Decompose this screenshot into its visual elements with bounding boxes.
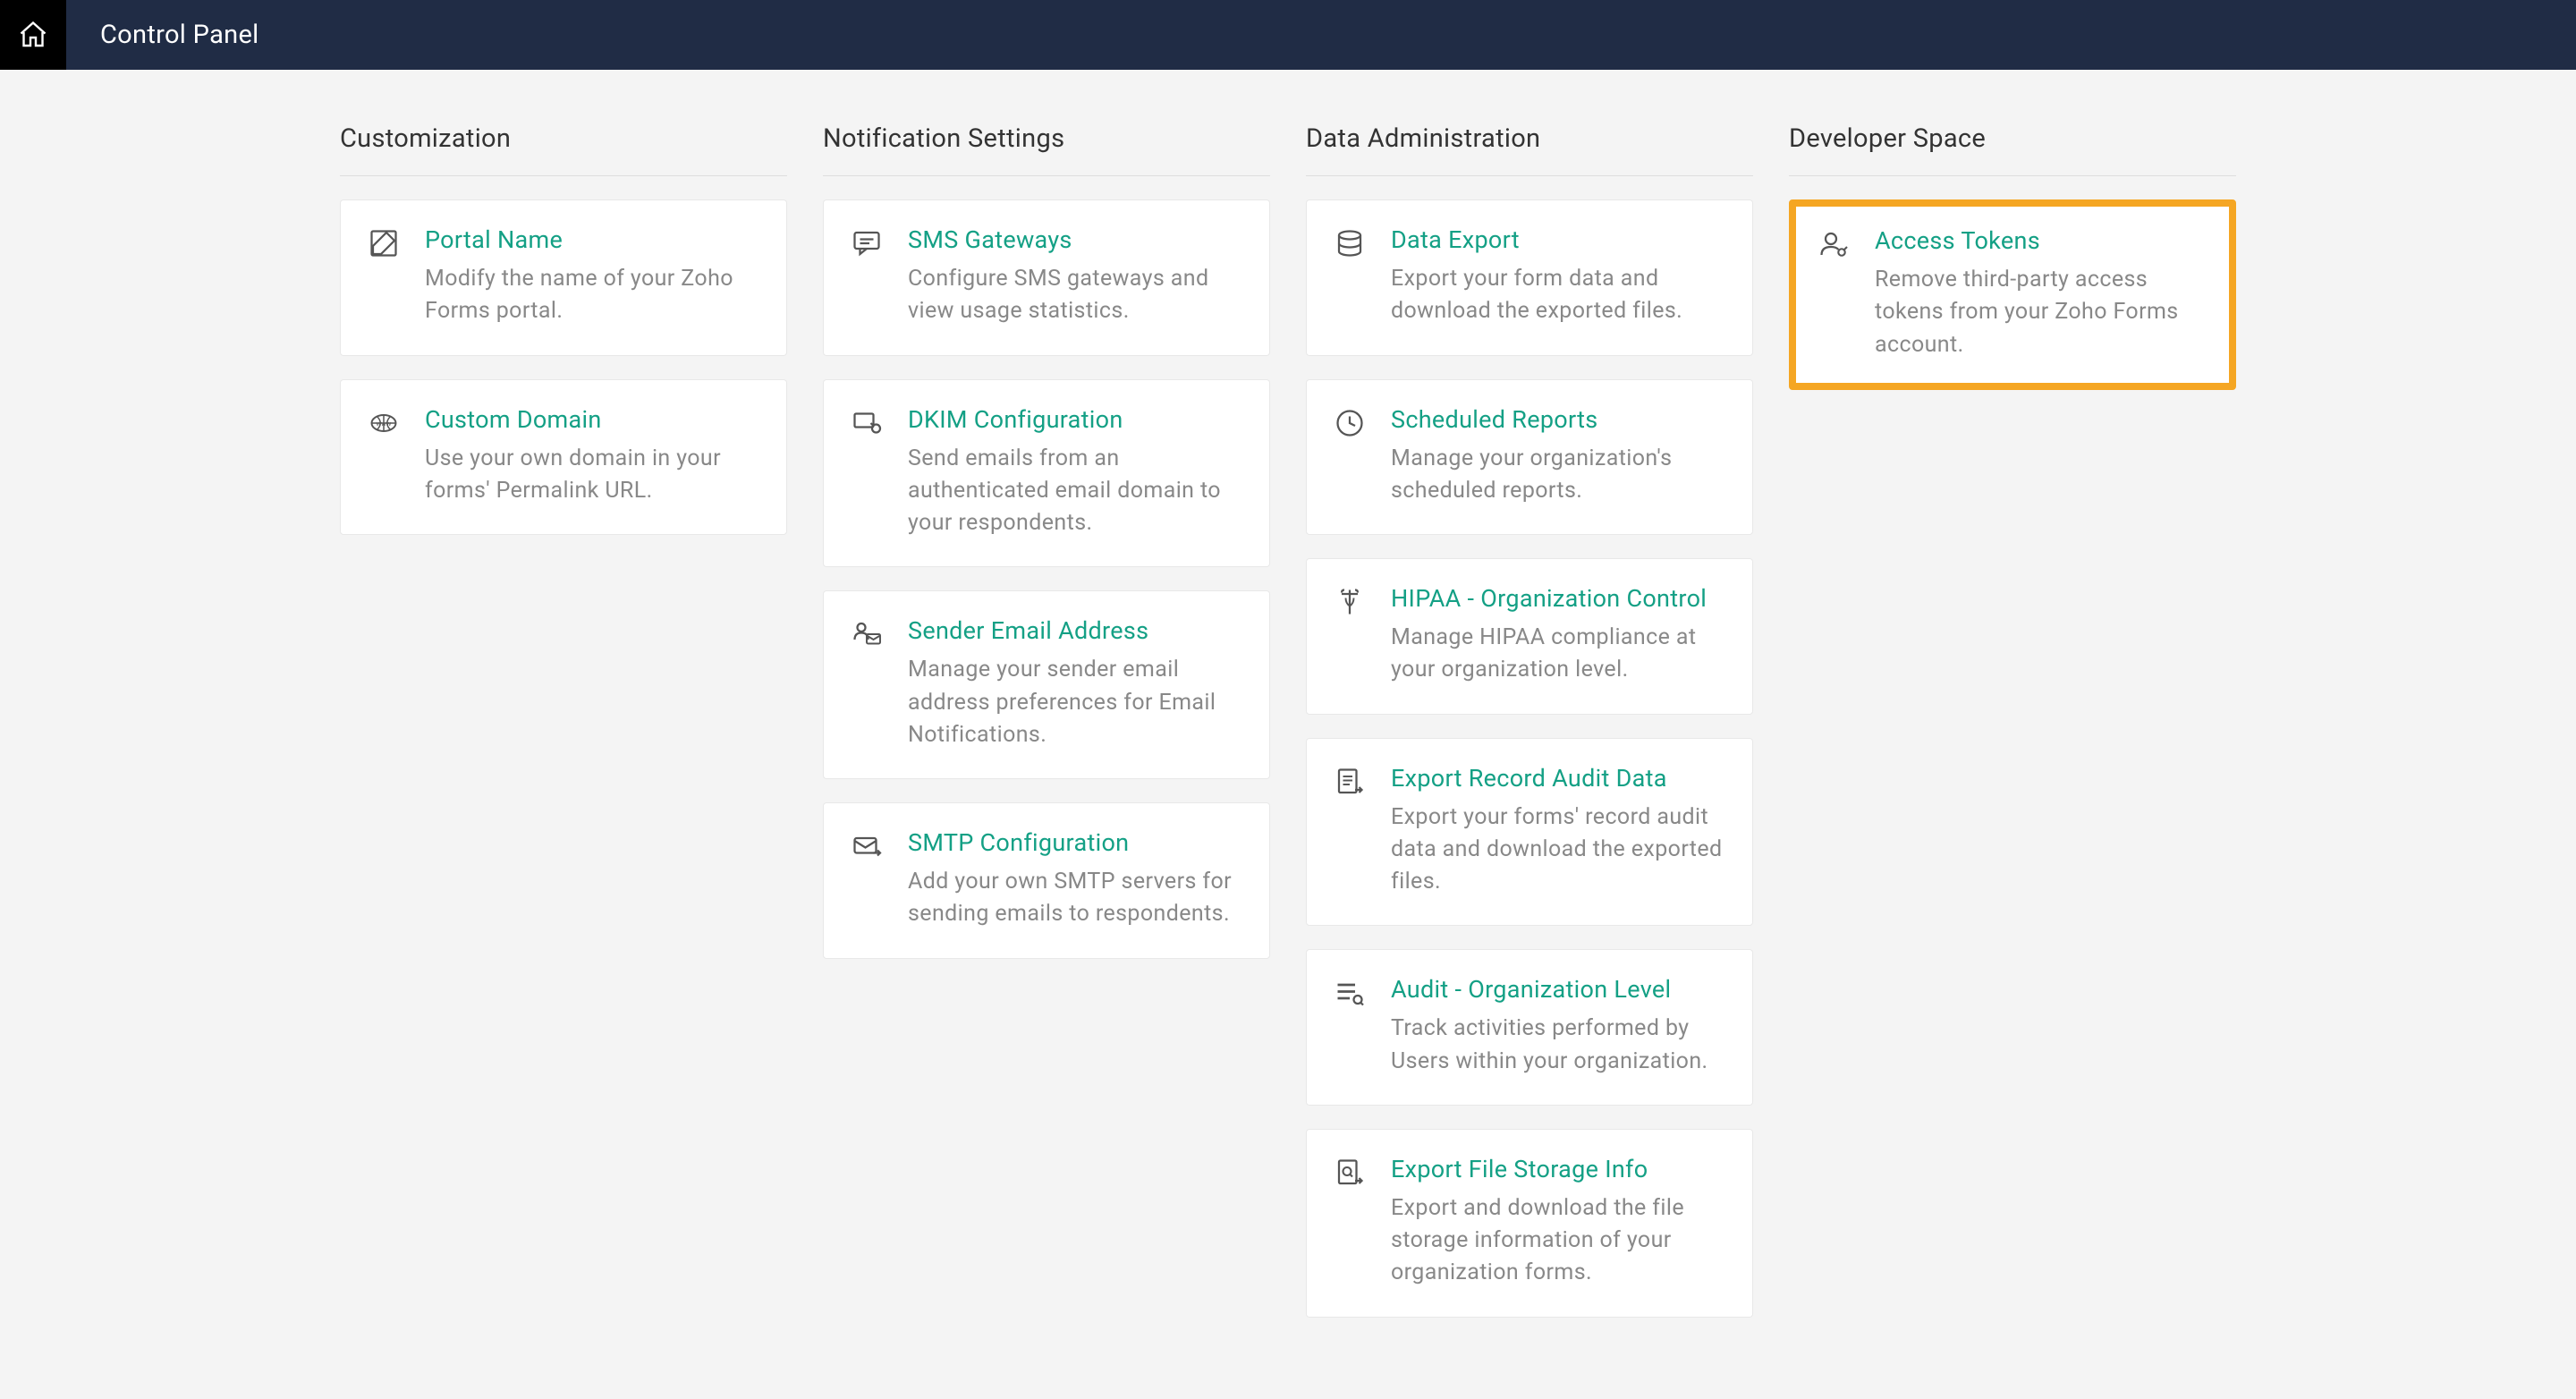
card-title: Data Export — [1391, 225, 1725, 254]
page-title: Control Panel — [100, 20, 259, 50]
section-column: Notification Settings SMS Gateways Configu… — [823, 123, 1270, 1341]
settings-card[interactable]: SMS Gateways Configure SMS gateways and v… — [823, 199, 1270, 356]
section-title: Data Administration — [1306, 123, 1753, 176]
card-title: Portal Name — [425, 225, 759, 254]
card-body: SMTP Configuration Add your own SMTP serv… — [908, 828, 1242, 931]
settings-card[interactable]: Custom Domain Use your own domain in your… — [340, 379, 787, 536]
card-description: Export your form data and download the e… — [1391, 263, 1725, 328]
card-description: Use your own domain in your forms' Perma… — [425, 443, 759, 508]
section-column: Developer Space Access Tokens Remove third… — [1789, 123, 2236, 1341]
card-body: Sender Email Address Manage your sender e… — [908, 616, 1242, 751]
card-body: Access Tokens Remove third-party access t… — [1875, 226, 2207, 361]
card-title: Sender Email Address — [908, 616, 1242, 645]
card-title: DKIM Configuration — [908, 405, 1242, 434]
card-body: HIPAA - Organization Control Manage HIPAA… — [1391, 584, 1725, 687]
card-description: Modify the name of your Zoho Forms porta… — [425, 263, 759, 328]
card-description: Send emails from an authenticated email … — [908, 443, 1242, 540]
section-title: Notification Settings — [823, 123, 1270, 176]
card-description: Track activities performed by Users with… — [1391, 1013, 1725, 1078]
card-body: SMS Gateways Configure SMS gateways and v… — [908, 225, 1242, 328]
section-column: Data Administration Data Export Export you… — [1306, 123, 1753, 1341]
card-title: Export Record Audit Data — [1391, 764, 1725, 793]
edit-icon — [368, 227, 400, 259]
app-header: Control Panel — [0, 0, 2576, 70]
settings-card[interactable]: Portal Name Modify the name of your Zoho … — [340, 199, 787, 356]
doc-search-icon — [1334, 1157, 1366, 1189]
section-title: Customization — [340, 123, 787, 176]
settings-card[interactable]: SMTP Configuration Add your own SMTP serv… — [823, 802, 1270, 959]
card-body: Portal Name Modify the name of your Zoho … — [425, 225, 759, 328]
card-body: Export Record Audit Data Export your form… — [1391, 764, 1725, 899]
card-description: Export your forms' record audit data and… — [1391, 801, 1725, 899]
card-title: Access Tokens — [1875, 226, 2207, 255]
doc-export-icon — [1334, 766, 1366, 798]
card-description: Configure SMS gateways and view usage st… — [908, 263, 1242, 328]
section-column: Customization Portal Name Modify the name … — [340, 123, 787, 1341]
settings-card[interactable]: Export File Storage Info Export and downl… — [1306, 1129, 1753, 1318]
card-title: Audit - Organization Level — [1391, 975, 1725, 1004]
settings-card[interactable]: HIPAA - Organization Control Manage HIPAA… — [1306, 558, 1753, 715]
list-search-icon — [1334, 977, 1366, 1009]
settings-card[interactable]: Scheduled Reports Manage your organizatio… — [1306, 379, 1753, 536]
card-body: Custom Domain Use your own domain in your… — [425, 405, 759, 508]
card-title: SMTP Configuration — [908, 828, 1242, 857]
key-icon — [851, 407, 883, 439]
card-description: Manage your sender email address prefere… — [908, 654, 1242, 751]
card-title: Scheduled Reports — [1391, 405, 1725, 434]
card-description: Export and download the file storage inf… — [1391, 1192, 1725, 1290]
globe-icon — [368, 407, 400, 439]
settings-card[interactable]: Sender Email Address Manage your sender e… — [823, 590, 1270, 779]
settings-card[interactable]: Data Export Export your form data and dow… — [1306, 199, 1753, 356]
chat-icon — [851, 227, 883, 259]
card-body: Export File Storage Info Export and downl… — [1391, 1155, 1725, 1290]
card-title: Export File Storage Info — [1391, 1155, 1725, 1183]
card-description: Add your own SMTP servers for sending em… — [908, 866, 1242, 931]
home-button[interactable] — [0, 0, 66, 70]
medical-icon — [1334, 586, 1366, 618]
content-area: Customization Portal Name Modify the name … — [0, 70, 2576, 1341]
settings-card[interactable]: DKIM Configuration Send emails from an au… — [823, 379, 1270, 568]
card-description: Manage HIPAA compliance at your organiza… — [1391, 622, 1725, 687]
clock-icon — [1334, 407, 1366, 439]
settings-card[interactable]: Audit - Organization Level Track activiti… — [1306, 949, 1753, 1106]
settings-card[interactable]: Export Record Audit Data Export your form… — [1306, 738, 1753, 927]
card-body: DKIM Configuration Send emails from an au… — [908, 405, 1242, 540]
card-title: Custom Domain — [425, 405, 759, 434]
user-key-icon — [1818, 228, 1850, 260]
mail-send-icon — [851, 830, 883, 862]
settings-card[interactable]: Access Tokens Remove third-party access t… — [1789, 199, 2236, 390]
database-icon — [1334, 227, 1366, 259]
card-description: Remove third-party access tokens from yo… — [1875, 264, 2207, 361]
mail-user-icon — [851, 618, 883, 650]
section-title: Developer Space — [1789, 123, 2236, 176]
home-icon — [17, 19, 49, 51]
card-title: HIPAA - Organization Control — [1391, 584, 1725, 613]
card-title: SMS Gateways — [908, 225, 1242, 254]
card-body: Data Export Export your form data and dow… — [1391, 225, 1725, 328]
card-body: Audit - Organization Level Track activiti… — [1391, 975, 1725, 1078]
card-description: Manage your organization's scheduled rep… — [1391, 443, 1725, 508]
card-body: Scheduled Reports Manage your organizatio… — [1391, 405, 1725, 508]
